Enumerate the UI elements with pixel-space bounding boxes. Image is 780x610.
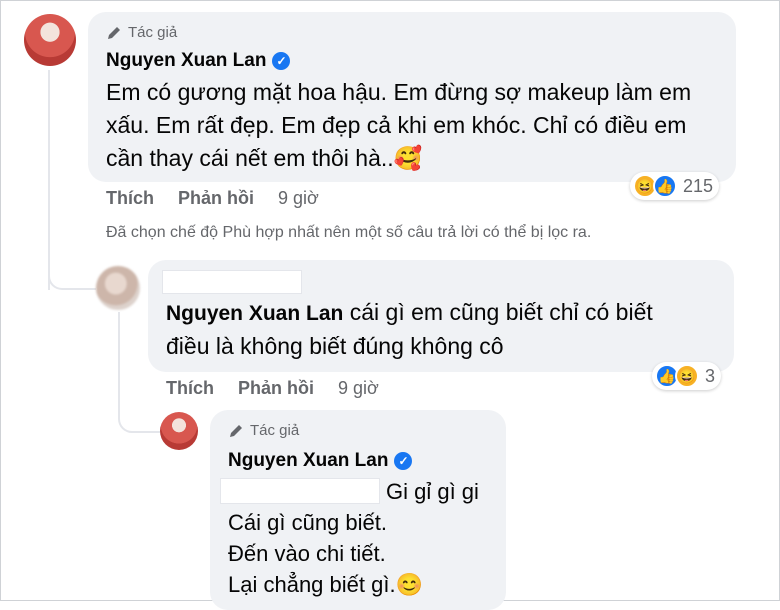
verified-icon: ✓ bbox=[394, 452, 413, 470]
reaction-summary[interactable]: 😆 👍 215 bbox=[630, 172, 720, 200]
author-badge: Tác giả bbox=[228, 422, 299, 439]
commenter-name-text[interactable]: Nguyen Xuan Lan bbox=[228, 450, 388, 472]
haha-icon: 😆 bbox=[675, 364, 699, 388]
like-button[interactable]: Thích bbox=[166, 378, 214, 399]
comment-line: xấu. Em rất đẹp. Em đẹp cả khi em khóc. … bbox=[106, 112, 687, 138]
comment-text: Em có gương mặt hoa hậu. Em đừng sợ make… bbox=[106, 76, 691, 175]
comment-actions: Thích Phản hồi 9 giờ bbox=[166, 378, 379, 399]
filter-note: Đã chọn chế độ Phù hợp nhất nên một số c… bbox=[106, 224, 592, 241]
timestamp[interactable]: 9 giờ bbox=[278, 188, 319, 209]
reaction-summary[interactable]: 👍 😆 3 bbox=[652, 362, 722, 390]
redacted-name bbox=[162, 270, 302, 294]
pencil-icon bbox=[108, 26, 120, 39]
author-badge: Tác giả bbox=[106, 24, 177, 41]
comment-line: Đến vào chi tiết. bbox=[228, 541, 386, 566]
comment-text: Nguyen Xuan Lan cái gì em cũng biết chỉ … bbox=[166, 296, 653, 363]
avatar[interactable] bbox=[96, 266, 140, 310]
comment-line: Nguyen Xuan Lan cái gì em cũng biết chỉ … bbox=[166, 296, 653, 330]
comment-line: cần thay cái nết em thôi hà..🥰 bbox=[106, 145, 423, 171]
comment-line: Cái gì cũng biết. bbox=[228, 510, 387, 535]
mention-link[interactable]: Nguyen Xuan Lan bbox=[166, 302, 343, 325]
author-badge-label: Tác giả bbox=[250, 422, 300, 439]
comment-line: Gi gỉ gì gi bbox=[386, 479, 479, 504]
like-icon: 👍 bbox=[653, 174, 677, 198]
reaction-count: 215 bbox=[683, 175, 714, 196]
avatar[interactable] bbox=[24, 14, 76, 66]
thread-curve-reply1 bbox=[48, 250, 96, 290]
comment-line-text: cái gì em cũng biết chỉ có biết bbox=[349, 299, 653, 325]
comment-text: Gi gỉ gì gi Cái gì cũng biết. Đến vào ch… bbox=[228, 476, 479, 600]
like-button[interactable]: Thích bbox=[106, 188, 154, 209]
reaction-count: 3 bbox=[705, 365, 716, 386]
avatar[interactable] bbox=[160, 412, 198, 450]
reply-button[interactable]: Phản hồi bbox=[178, 188, 254, 209]
comment-actions: Thích Phản hồi 9 giờ bbox=[106, 188, 319, 209]
commenter-name[interactable]: Nguyen Xuan Lan ✓ bbox=[228, 450, 413, 472]
comment-line: điều là không biết đúng không cô bbox=[166, 333, 504, 359]
commenter-name[interactable]: Nguyen Xuan Lan ✓ bbox=[106, 50, 291, 72]
timestamp[interactable]: 9 giờ bbox=[338, 378, 379, 399]
comment-line: Em có gương mặt hoa hậu. Em đừng sợ make… bbox=[106, 79, 692, 105]
comment-line: Lại chẳng biết gì.😊 bbox=[228, 572, 423, 597]
verified-icon: ✓ bbox=[272, 52, 291, 70]
reply-button[interactable]: Phản hồi bbox=[238, 378, 314, 399]
thread-curve-reply2 bbox=[118, 395, 160, 433]
commenter-name-text[interactable]: Nguyen Xuan Lan bbox=[106, 50, 266, 72]
pencil-icon bbox=[230, 424, 242, 437]
author-badge-label: Tác giả bbox=[128, 24, 178, 41]
